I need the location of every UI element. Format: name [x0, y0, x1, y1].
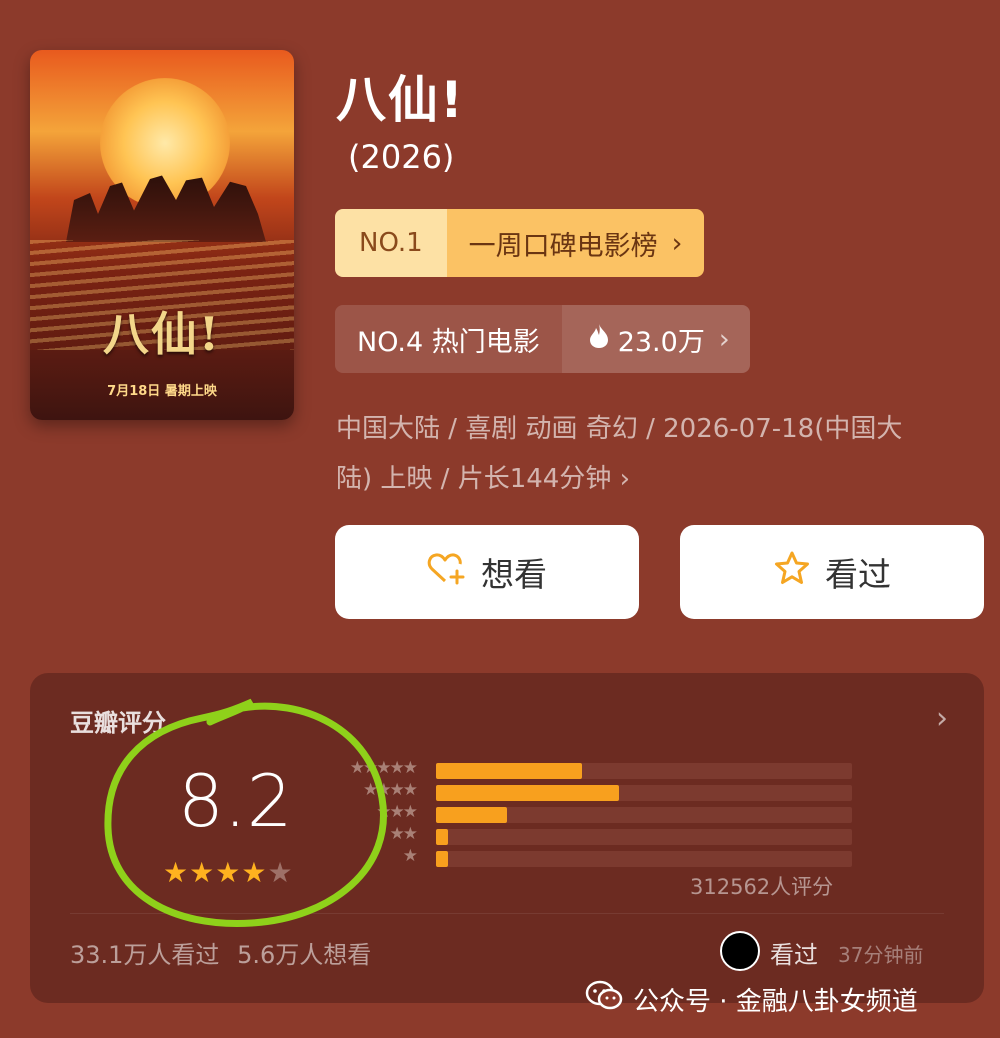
- movie-year: (2026): [348, 138, 455, 176]
- rating-count: 312562人评分: [690, 875, 834, 899]
- distribution-stars: ★★★★★: [349, 758, 418, 778]
- distribution-row: ★: [326, 846, 886, 870]
- distribution-stars: ★★★★: [363, 780, 418, 800]
- want-count: 5.6万人想看: [237, 941, 372, 969]
- hot-ranking-label: NO.4 热门电影: [335, 305, 562, 373]
- ranking-label: 一周口碑电影榜: [468, 230, 658, 262]
- distribution-stars: ★: [402, 846, 418, 866]
- heat-count: 23.0万: [617, 326, 705, 358]
- distribution-track: [436, 851, 852, 867]
- movie-title: 八仙!: [336, 71, 465, 129]
- recent-time: 37分钟前: [838, 943, 924, 967]
- distribution-row: ★★★: [326, 802, 886, 826]
- poster-date: 7月18日 暑期上映: [107, 384, 217, 399]
- star-icon: ★: [267, 856, 294, 889]
- distribution-stars: ★★: [389, 824, 419, 844]
- distribution-row: ★★★★: [326, 780, 886, 804]
- poster-figures: [66, 175, 266, 242]
- watched-button[interactable]: 看过: [680, 525, 984, 619]
- watched-count: 33.1万人看过: [70, 941, 220, 969]
- weekly-ranking-badge[interactable]: NO.1 一周口碑电影榜 ›: [335, 209, 705, 277]
- rating-score: 8.2: [178, 759, 293, 843]
- hot-movies-badge[interactable]: NO.4 热门电影 23.0万 ›: [335, 305, 750, 373]
- distribution-track: [436, 785, 852, 801]
- chevron-right-icon: ›: [671, 227, 683, 259]
- star-outline-icon: [773, 550, 811, 594]
- distribution-row: ★★: [326, 824, 886, 848]
- avatar[interactable]: [720, 931, 760, 971]
- distribution-track: [436, 807, 852, 823]
- divider: [70, 913, 944, 914]
- douban-rating-card[interactable]: 豆瓣评分 › 8.2 ★★★★★ ★★★★★ ★★★★ ★★★ ★★ ★ 312562人…: [30, 673, 984, 1003]
- distribution-bar: [436, 785, 620, 801]
- audience-stats: 33.1万人看过 5.6万人想看: [70, 935, 371, 970]
- star-icon: ★: [241, 856, 268, 889]
- distribution-track: [436, 763, 852, 779]
- poster-title: 八仙!: [102, 307, 222, 361]
- distribution-track: [436, 829, 852, 845]
- chevron-right-icon: ›: [718, 323, 730, 355]
- want-to-watch-button[interactable]: 想看: [335, 525, 639, 619]
- fire-icon: [588, 323, 610, 356]
- watched-label: 看过: [825, 555, 891, 594]
- star-icon: ★: [189, 856, 216, 889]
- wechat-icon: [585, 980, 623, 1019]
- star-icon: ★: [163, 856, 190, 889]
- meta-line-2: 陆) 上映 / 片长144分钟: [336, 464, 612, 494]
- star-icon: ★: [215, 856, 242, 889]
- want-label: 想看: [481, 555, 547, 594]
- rating-section-title: 豆瓣评分: [70, 709, 166, 737]
- movie-poster[interactable]: 八仙! 7月18日 暑期上映: [30, 50, 294, 420]
- distribution-bar: [436, 829, 449, 845]
- chevron-right-icon: ›: [619, 464, 630, 494]
- rating-stars: ★★★★★: [163, 856, 294, 889]
- distribution-row: ★★★★★: [326, 758, 886, 782]
- distribution-stars: ★★★: [376, 802, 418, 822]
- heart-plus-icon: [427, 550, 467, 594]
- recent-status: 看过: [770, 941, 818, 969]
- watermark-text: 公众号 · 金融八卦女频道: [633, 987, 918, 1017]
- ranking-number: NO.1: [335, 209, 447, 277]
- meta-line-1: 中国大陆 / 喜剧 动画 奇幻 / 2026-07-18(中国大: [336, 414, 903, 444]
- distribution-bar: [436, 807, 507, 823]
- distribution-bar: [436, 851, 449, 867]
- distribution-bar: [436, 763, 582, 779]
- chevron-right-icon[interactable]: ›: [936, 701, 948, 736]
- watermark: 公众号 · 金融八卦女频道: [585, 980, 918, 1019]
- movie-meta-info[interactable]: 中国大陆 / 喜剧 动画 奇幻 / 2026-07-18(中国大 陆) 上映 /…: [336, 404, 976, 504]
